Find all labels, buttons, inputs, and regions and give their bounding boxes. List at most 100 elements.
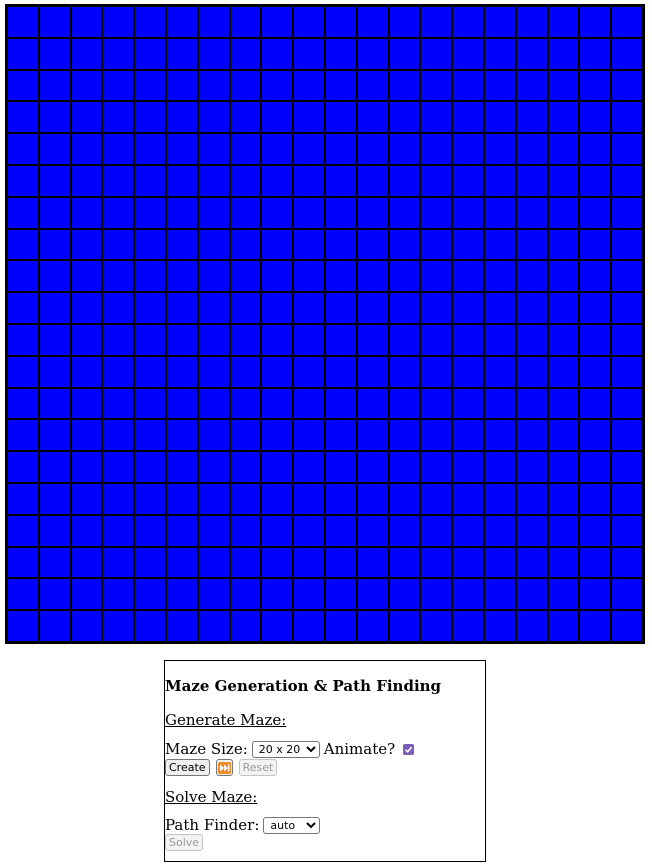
maze-cell xyxy=(579,323,612,356)
maze-cell xyxy=(579,387,612,420)
maze-cell xyxy=(197,37,230,70)
maze-cell xyxy=(293,419,325,452)
maze-cell xyxy=(611,101,643,134)
create-button[interactable]: Create xyxy=(165,759,210,776)
maze-cell xyxy=(38,451,71,483)
maze-cell xyxy=(7,228,39,261)
maze-cell xyxy=(324,260,357,293)
maze-cell xyxy=(293,546,325,579)
maze-cell xyxy=(7,196,39,229)
maze-cell xyxy=(579,546,612,579)
maze-cell xyxy=(324,228,357,261)
maze-cell xyxy=(38,546,71,579)
maze-cell xyxy=(515,323,548,356)
maze-cell xyxy=(356,37,389,70)
fast-forward-icon xyxy=(217,761,231,774)
maze-cell xyxy=(420,387,453,420)
maze-cell xyxy=(515,387,548,420)
solve-button[interactable]: Solve xyxy=(165,834,204,851)
maze-cell xyxy=(547,292,580,324)
maze-cell xyxy=(611,69,643,102)
maze-cell xyxy=(388,419,421,452)
maze-cell xyxy=(102,228,135,261)
maze-cell xyxy=(388,69,421,102)
maze-cell xyxy=(7,419,39,452)
maze-cell xyxy=(547,196,580,229)
maze-cell xyxy=(293,610,325,642)
maze-size-select[interactable]: 20 x 20 xyxy=(251,740,320,758)
maze-cell xyxy=(229,514,262,547)
maze-cell xyxy=(324,578,357,611)
maze-cell xyxy=(324,37,357,70)
maze-cell xyxy=(229,546,262,579)
maze-cell xyxy=(70,228,103,261)
maze-cell xyxy=(324,387,357,420)
maze-cell xyxy=(452,514,484,547)
maze-cell xyxy=(356,514,389,547)
maze-cell xyxy=(579,578,612,611)
maze-cell xyxy=(452,69,484,102)
maze-cell xyxy=(388,451,421,483)
maze-cell xyxy=(547,514,580,547)
maze-cell xyxy=(102,482,135,515)
maze-cell xyxy=(102,69,135,102)
maze-cell xyxy=(165,133,198,165)
maze-cell xyxy=(197,323,230,356)
maze-cell xyxy=(611,610,643,642)
maze-cell xyxy=(197,546,230,579)
maze-cell xyxy=(7,514,39,547)
maze-cell xyxy=(102,292,135,324)
maze-cell xyxy=(261,260,294,293)
maze-cell xyxy=(229,610,262,642)
maze-cell xyxy=(293,69,325,102)
maze-cell xyxy=(102,514,135,547)
maze-cell xyxy=(293,355,325,388)
maze-cell xyxy=(324,546,357,579)
maze-cell xyxy=(38,228,71,261)
maze-cell xyxy=(261,451,294,483)
solve-maze-heading: Solve Maze: xyxy=(165,788,258,806)
maze-cell xyxy=(38,419,71,452)
maze-cell xyxy=(324,101,357,134)
maze-cell xyxy=(356,419,389,452)
maze-cell xyxy=(452,578,484,611)
maze-cell xyxy=(388,6,421,38)
maze-cell xyxy=(452,101,484,134)
maze-cell xyxy=(165,387,198,420)
maze-cell xyxy=(579,482,612,515)
maze-cell xyxy=(515,69,548,102)
reset-button[interactable]: Reset xyxy=(238,759,278,776)
maze-cell xyxy=(7,610,39,642)
maze-cell xyxy=(452,355,484,388)
maze-cell xyxy=(102,133,135,165)
path-finder-select[interactable]: auto xyxy=(263,816,321,834)
maze-cell xyxy=(165,546,198,579)
fast-forward-button[interactable] xyxy=(215,759,233,776)
generate-buttons-row: Create Reset xyxy=(165,759,283,776)
maze-cell xyxy=(102,260,135,293)
maze-cell xyxy=(611,323,643,356)
maze-cell xyxy=(197,133,230,165)
maze-cell xyxy=(483,482,516,515)
maze-cell xyxy=(452,546,484,579)
maze-cell xyxy=(134,6,166,38)
maze-cell xyxy=(420,164,453,197)
maze-cell xyxy=(261,355,294,388)
maze-cell xyxy=(452,292,484,324)
maze-cell xyxy=(420,355,453,388)
maze-cell xyxy=(197,451,230,483)
maze-cell xyxy=(547,419,580,452)
maze-cell xyxy=(134,546,166,579)
maze-cell xyxy=(483,37,516,70)
maze-cell xyxy=(356,355,389,388)
maze-cell xyxy=(70,387,103,420)
maze-cell xyxy=(388,546,421,579)
path-finder-label: Path Finder: xyxy=(165,816,260,834)
maze-cell xyxy=(134,514,166,547)
maze-cell xyxy=(261,101,294,134)
animate-checkbox[interactable] xyxy=(403,743,415,755)
maze-cell xyxy=(134,387,166,420)
maze-cell xyxy=(261,292,294,324)
maze-cell xyxy=(165,37,198,70)
maze-cell xyxy=(229,355,262,388)
